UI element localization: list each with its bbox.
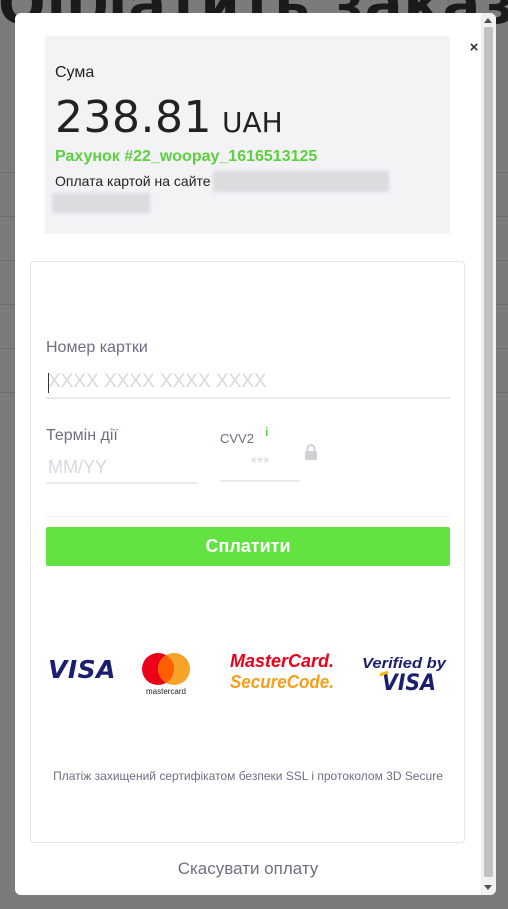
amount-number: 238.81 — [55, 92, 212, 143]
info-icon[interactable]: i — [265, 425, 268, 439]
cancel-payment-link[interactable]: Скасувати оплату — [15, 859, 481, 879]
scroll-thumb[interactable] — [484, 27, 493, 877]
lock-icon — [305, 444, 317, 460]
card-number-label: Номер картки — [46, 339, 148, 356]
payment-modal: × Сума 238.81 UAH Рахунок #22_woopay_1616… — [15, 13, 496, 895]
scroll-up-icon[interactable] — [484, 18, 492, 23]
amount-label: Сума — [55, 64, 95, 81]
amount-currency: UAH — [221, 106, 283, 139]
scrollbar[interactable] — [481, 13, 496, 895]
card-number-input[interactable] — [46, 367, 450, 399]
pay-button[interactable]: Сплатити — [46, 527, 450, 566]
amount-value: 238.81 UAH — [55, 92, 283, 143]
cvv-input[interactable] — [220, 448, 300, 482]
mastercard-logo: mastercard — [142, 653, 190, 696]
verified-visa-text: VISA — [382, 671, 436, 696]
scroll-down-icon[interactable] — [484, 885, 492, 890]
mc-securecode-line2: SecureCode. — [230, 672, 334, 692]
mastercard-securecode-logo: MasterCard. SecureCode. — [230, 651, 334, 692]
mastercard-wordmark: mastercard — [146, 687, 186, 696]
mc-securecode-line1: MasterCard. — [230, 651, 334, 671]
text-caret — [48, 373, 49, 393]
form-divider — [46, 516, 450, 517]
verified-by-visa-logo: Verified by VISA — [362, 655, 447, 696]
cvv-label: CVV2 — [220, 431, 254, 446]
payment-description: Оплата картой на сайте — [55, 173, 211, 189]
invoice-number: Рахунок #22_woopay_1616513125 — [55, 148, 318, 165]
payment-summary: Сума 238.81 UAH Рахунок #22_woopay_161651… — [45, 36, 450, 234]
card-form-panel: Номер картки Термін дії CVV2 i Сплатити … — [30, 261, 465, 843]
redacted-site-name — [213, 171, 389, 192]
close-icon[interactable]: × — [467, 40, 481, 56]
visa-logo: VISA — [48, 655, 117, 684]
expiry-input[interactable] — [46, 452, 197, 484]
verified-by-text: Verified by — [362, 655, 447, 672]
expiry-label: Термін дії — [46, 427, 118, 444]
security-note: Платіж захищений сертифікатом безпеки SS… — [53, 769, 443, 783]
redacted-site-name — [52, 193, 150, 213]
